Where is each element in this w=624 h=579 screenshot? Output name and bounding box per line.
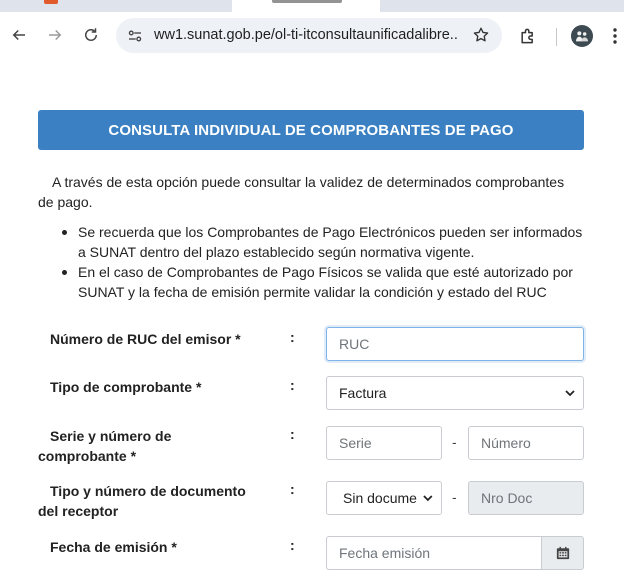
chevron-down-icon xyxy=(565,390,575,397)
colon: : xyxy=(290,426,295,442)
back-button[interactable] xyxy=(6,22,32,48)
page-title: CONSULTA INDIVIDUAL DE COMPROBANTES DE P… xyxy=(38,110,584,150)
tipo-comprobante-row: Tipo de comprobante * : Factura xyxy=(38,376,586,410)
arrow-right-icon xyxy=(49,29,62,41)
note-text: Se recuerda que los Comprobantes de Pago… xyxy=(78,224,583,260)
avatar-icon[interactable] xyxy=(571,25,593,47)
browser-toolbar: ww1.sunat.gob.pe/ol-ti-itconsultaunifica… xyxy=(0,12,624,60)
list-item: Se recuerda que los Comprobantes de Pago… xyxy=(58,222,588,262)
intro-paragraph: A través de esta opción puede consultar … xyxy=(38,174,565,210)
tipo-comprobante-value: Factura xyxy=(339,385,387,401)
tipo-documento-select[interactable]: Sin docume xyxy=(326,481,442,515)
fecha-row: Fecha de emisión * : Fecha emisión xyxy=(38,536,586,570)
chevron-down-icon xyxy=(423,495,433,502)
notes-list: Se recuerda que los Comprobantes de Pago… xyxy=(58,222,588,302)
tipo-comprobante-label: Tipo de comprobante * xyxy=(50,379,202,395)
ruc-label: Número de RUC del emisor * xyxy=(50,331,241,347)
serie-numero-row: Serie y número de comprobante * : Serie … xyxy=(38,426,586,470)
calendar-icon xyxy=(556,546,569,560)
tab-active[interactable] xyxy=(232,0,380,12)
url-text[interactable]: ww1.sunat.gob.pe/ol-ti-itconsultaunifica… xyxy=(154,27,459,43)
colon: : xyxy=(290,377,295,393)
serie-input[interactable]: Serie xyxy=(326,426,442,460)
forward-button[interactable] xyxy=(42,22,68,48)
kebab-menu-icon[interactable] xyxy=(609,26,621,46)
puzzle-icon[interactable] xyxy=(518,26,538,46)
serie-numero-label: Serie y número de comprobante * xyxy=(38,428,172,464)
arrow-left-icon xyxy=(12,29,25,41)
dash-separator: - xyxy=(452,489,457,505)
tab-favicon-icon xyxy=(44,0,58,4)
colon: : xyxy=(290,481,295,497)
list-item: En el caso de Comprobantes de Pago Físic… xyxy=(58,262,588,302)
bullet-icon xyxy=(62,270,67,275)
profile-figures-icon xyxy=(576,31,588,42)
tab-strip xyxy=(0,0,624,12)
tab-inactive[interactable] xyxy=(0,0,210,12)
fecha-input[interactable]: Fecha emisión xyxy=(326,536,542,570)
ruc-row: Número de RUC del emisor * : RUC xyxy=(38,327,586,361)
dash-separator: - xyxy=(452,434,457,450)
note-text: En el caso de Comprobantes de Pago Físic… xyxy=(78,264,573,300)
page-content: CONSULTA INDIVIDUAL DE COMPROBANTES DE P… xyxy=(0,60,624,579)
colon: : xyxy=(290,537,295,553)
fecha-label: Fecha de emisión * xyxy=(50,539,177,555)
tab-title-fragment xyxy=(272,0,342,3)
reload-button[interactable] xyxy=(78,22,104,48)
colon: : xyxy=(290,329,295,345)
receptor-label: Tipo y número de documento del receptor xyxy=(38,483,246,519)
receptor-row: Tipo y número de documento del receptor … xyxy=(38,481,586,525)
address-bar[interactable]: ww1.sunat.gob.pe/ol-ti-itconsultaunifica… xyxy=(116,18,502,53)
ruc-input[interactable]: RUC xyxy=(326,327,584,361)
intro-text: A través de esta opción puede consultar … xyxy=(38,172,578,212)
tipo-documento-value: Sin docume xyxy=(343,490,417,506)
toolbar-separator xyxy=(556,28,557,46)
nro-doc-input[interactable]: Nro Doc xyxy=(468,481,584,515)
star-icon[interactable] xyxy=(472,26,490,44)
tipo-comprobante-select[interactable]: Factura xyxy=(326,376,584,410)
numero-input[interactable]: Número xyxy=(468,426,584,460)
site-settings-icon[interactable] xyxy=(126,27,144,45)
calendar-button[interactable] xyxy=(542,536,584,570)
reload-icon xyxy=(85,28,97,41)
bullet-icon xyxy=(62,230,67,235)
